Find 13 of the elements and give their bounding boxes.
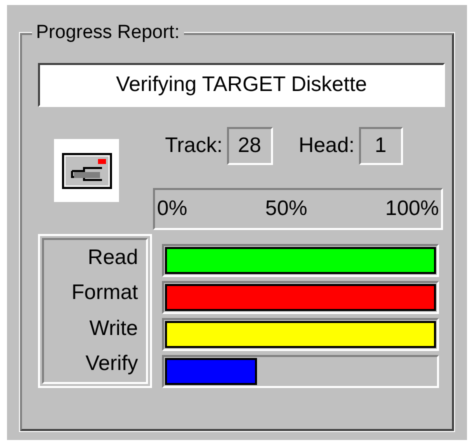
head-label: Head: (298, 133, 355, 160)
stage-label: Write (89, 316, 138, 341)
stage-label: Format (71, 281, 138, 306)
head-value: 1 (358, 127, 403, 165)
track-value: 28 (226, 127, 273, 165)
drive-icon (54, 139, 119, 202)
stage-label: Verify (85, 352, 138, 376)
scale-label: 50% (265, 196, 308, 222)
stage-label: Read (88, 246, 138, 270)
scale-label: 0% (157, 196, 188, 222)
status-field: Verifying TARGET Diskette (38, 63, 445, 107)
scale-label: 100% (385, 196, 439, 222)
track-label: Track: (165, 133, 223, 160)
